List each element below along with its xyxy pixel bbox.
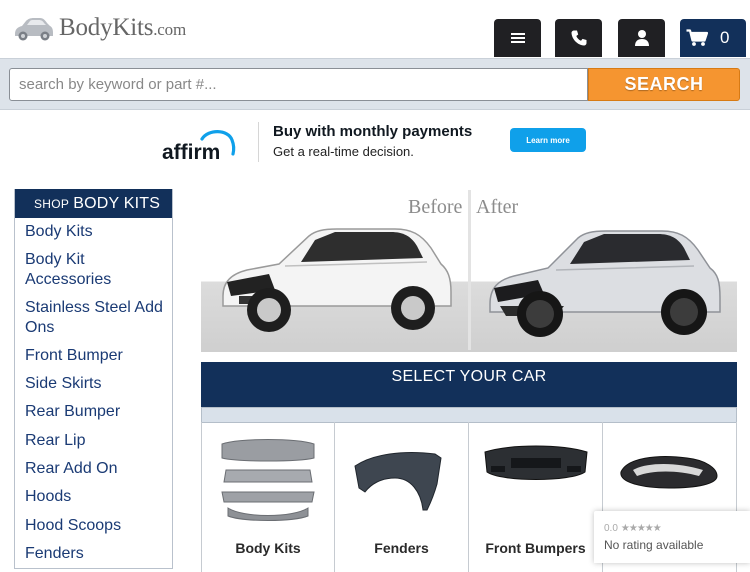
rating-text: No rating available xyxy=(604,538,704,552)
rating-score: 0.0 xyxy=(604,523,618,534)
select-your-car-button[interactable]: SELECT YOUR CAR xyxy=(201,362,737,407)
sidebar-item-stainless-steel-add-ons[interactable]: Stainless Steel Add Ons xyxy=(25,294,172,342)
affirm-learn-more-button[interactable]: Learn more xyxy=(510,128,586,152)
front-bumper-image xyxy=(484,445,588,480)
site-header: BodyKits.com 0 xyxy=(0,0,750,58)
star-rating-icon: ★★★★★ xyxy=(620,523,662,534)
rating-score-row: 0.0 ★★★★★ xyxy=(604,523,662,534)
phone-button[interactable] xyxy=(555,19,602,57)
product-name: Fenders xyxy=(374,540,429,556)
affirm-divider xyxy=(258,122,259,162)
fender-image xyxy=(354,452,442,511)
car-logo-icon xyxy=(15,18,53,41)
before-after-banner[interactable]: Before After xyxy=(201,188,737,352)
select-car-strip xyxy=(201,407,737,423)
search-bar: SEARCH xyxy=(0,58,750,110)
affirm-headline: Buy with monthly payments xyxy=(273,123,473,140)
product-card-front-bumpers[interactable]: Front Bumpers xyxy=(469,422,603,572)
product-name: Body Kits xyxy=(235,540,301,556)
sidebar-item-body-kit-accessories[interactable]: Body Kit Accessories xyxy=(25,246,172,294)
account-button[interactable] xyxy=(618,19,665,57)
affirm-logo: affirm xyxy=(162,130,236,162)
before-label: Before xyxy=(408,196,463,218)
sidebar-item-hoods[interactable]: Hoods xyxy=(25,483,172,511)
category-list: Body Kits Body Kit Accessories Stainless… xyxy=(15,218,172,568)
affirm-banner[interactable]: affirm Buy with monthly payments Get a r… xyxy=(162,120,592,164)
sidebar-item-rear-lip[interactable]: Rear Lip xyxy=(25,427,172,455)
affirm-subtext: Get a real-time decision. xyxy=(273,144,414,159)
logo-text: BodyKits.com xyxy=(59,14,186,41)
product-card-body-kits[interactable]: Body Kits xyxy=(201,422,335,572)
svg-text:affirm: affirm xyxy=(162,141,220,162)
search-input[interactable] xyxy=(9,68,588,101)
user-icon xyxy=(634,30,649,46)
menu-button[interactable] xyxy=(494,19,541,57)
sidebar-item-body-kits[interactable]: Body Kits xyxy=(25,218,172,246)
after-label: After xyxy=(476,196,519,218)
product-card-fenders[interactable]: Fenders xyxy=(335,422,469,572)
shopping-cart-icon xyxy=(686,29,708,46)
sidebar-item-front-bumper[interactable]: Front Bumper xyxy=(25,342,172,370)
sidebar-item-side-skirts[interactable]: Side Skirts xyxy=(25,370,172,398)
hamburger-menu-icon xyxy=(510,33,525,43)
stock-car-image xyxy=(222,228,452,332)
body-kit-image xyxy=(221,439,315,521)
cart-button[interactable]: 0 xyxy=(680,19,746,57)
sidebar-item-rear-add-on[interactable]: Rear Add On xyxy=(25,455,172,483)
rating-widget[interactable]: 0.0 ★★★★★ No rating available xyxy=(594,511,750,563)
sidebar-title: SHOP BODY KITS xyxy=(15,189,172,218)
modified-car-image xyxy=(489,230,721,337)
site-logo[interactable]: BodyKits.com xyxy=(12,12,186,44)
cart-count: 0 xyxy=(720,28,730,47)
search-button[interactable]: SEARCH xyxy=(588,68,740,101)
hero-divider xyxy=(468,190,471,350)
sidebar-item-hood-scoops[interactable]: Hood Scoops xyxy=(25,512,172,540)
category-sidebar: SHOP BODY KITS Body Kits Body Kit Accesso… xyxy=(14,189,173,569)
sidebar-item-fenders[interactable]: Fenders xyxy=(25,540,172,568)
product-name: Front Bumpers xyxy=(485,540,586,556)
hood-scoop-image xyxy=(620,456,718,489)
sidebar-item-rear-bumper[interactable]: Rear Bumper xyxy=(25,398,172,426)
phone-icon xyxy=(571,30,586,46)
